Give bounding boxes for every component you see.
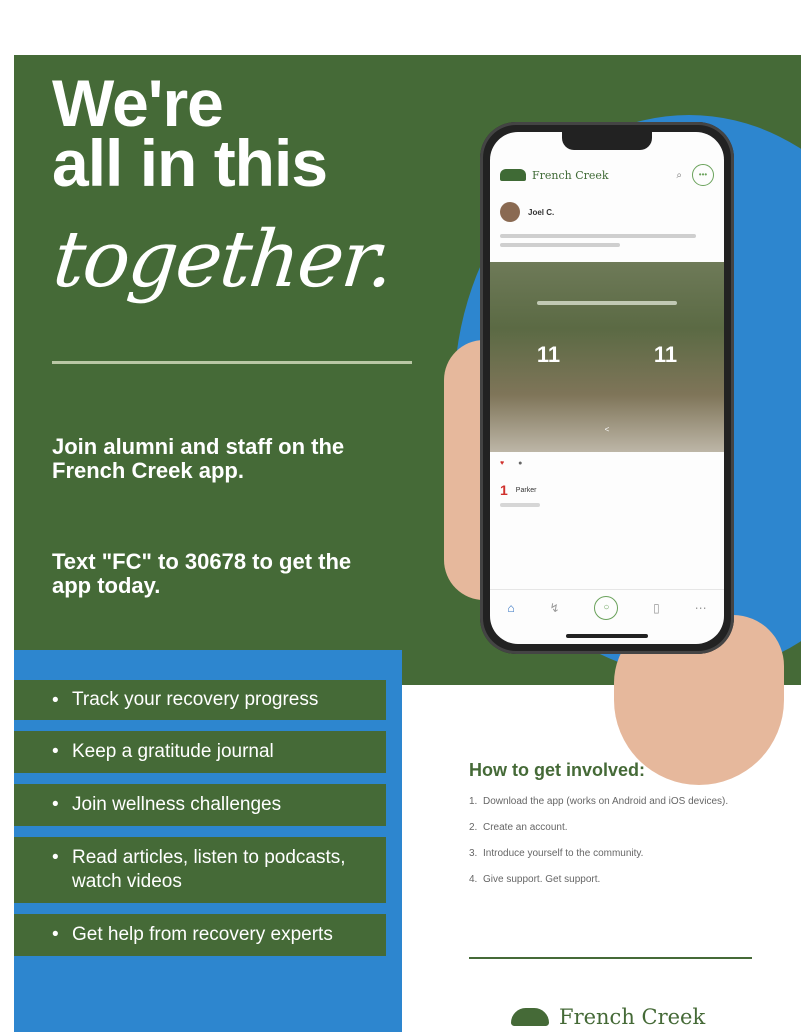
poster: We're all in this together. Join alumni … — [14, 55, 801, 1032]
step-item: 1. Download the app (works on Android and… — [469, 795, 769, 809]
post-header: Joel C. — [500, 202, 554, 222]
search-icon[interactable]: ⌕ — [676, 170, 682, 181]
comment-icon[interactable]: ● — [518, 460, 522, 467]
feature-item: Track your recovery progress — [14, 680, 386, 720]
steps-list: 1. Download the app (works on Android and… — [469, 795, 769, 899]
feature-item: Get help from recovery experts — [14, 914, 386, 956]
comment-author: Parker — [515, 486, 537, 494]
headline-line-2: all in this — [52, 126, 328, 200]
comment-row: 1 Parker — [500, 482, 536, 498]
post-photo[interactable]: 11 11 < — [490, 262, 724, 452]
post-author: Joel C. — [528, 207, 555, 217]
footer-brand: French Creek — [559, 1005, 706, 1029]
tab-bar: ⌂ ↯ ○ ▯ ⋯ — [490, 589, 724, 626]
step-item: 3. Introduce yourself to the community. — [469, 847, 769, 861]
footer-logo: French Creek — [511, 1005, 705, 1029]
phone-mockup: French Creek ⌕ ••• Joel C. 11 11 < ♥ ● 1… — [480, 122, 734, 654]
step-item: 2. Create an account. — [469, 821, 769, 835]
app-logo-icon — [500, 169, 526, 181]
activity-tab-icon[interactable]: ↯ — [549, 601, 559, 615]
feature-list: Track your recovery progress Keep a grat… — [14, 680, 386, 967]
feature-item: Read articles, listen to podcasts, watch… — [14, 837, 386, 903]
reply-row — [500, 502, 540, 510]
join-text: Join alumni and staff on the French Cree… — [52, 434, 345, 483]
feature-item: Join wellness challenges — [14, 784, 386, 826]
step-number: 3. — [469, 848, 478, 859]
post-text-lines — [500, 234, 696, 247]
reaction-row: ♥ ● — [500, 460, 522, 467]
headline: We're all in this — [52, 66, 328, 200]
menu-icon[interactable]: ••• — [692, 164, 714, 186]
headline-script: together. — [49, 215, 397, 305]
feature-item: Keep a gratitude journal — [14, 731, 386, 773]
step-number: 4. — [469, 874, 478, 885]
post-text — [500, 232, 710, 254]
photo-numbers: 11 11 — [490, 342, 724, 368]
add-tab-icon[interactable]: ○ — [594, 596, 619, 620]
app-name: French Creek — [532, 168, 609, 182]
step-text: Create an account. — [483, 822, 568, 833]
heart-icon[interactable]: ♥ — [500, 460, 504, 467]
phone-screen: French Creek ⌕ ••• Joel C. 11 11 < ♥ ● 1… — [490, 132, 724, 644]
photo-number: 11 — [653, 342, 678, 367]
step-number: 2. — [469, 822, 478, 833]
step-item: 4. Give support. Get support. — [469, 873, 769, 887]
step-text: Introduce yourself to the community. — [483, 848, 644, 859]
step-text: Give support. Get support. — [483, 874, 601, 885]
header-icons: ⌕ ••• — [676, 164, 714, 186]
avatar[interactable] — [500, 202, 520, 222]
photo-caption — [490, 298, 724, 311]
reply-line — [500, 503, 540, 507]
book-tab-icon[interactable]: ▯ — [653, 601, 660, 615]
app-header: French Creek ⌕ ••• — [500, 160, 714, 190]
home-indicator — [566, 634, 648, 638]
divider — [52, 361, 412, 364]
footer-divider — [469, 957, 752, 959]
photo-number: 11 — [536, 342, 561, 367]
photo-caption-line — [537, 301, 677, 305]
text-cta: Text "FC" to 30678 to get the app today. — [52, 549, 352, 598]
home-tab-icon[interactable]: ⌂ — [507, 601, 514, 615]
logo-mark-icon — [511, 1008, 549, 1026]
comment-badge-icon: 1 — [500, 482, 508, 498]
how-to-title: How to get involved: — [469, 760, 646, 780]
phone-notch — [562, 132, 652, 150]
step-number: 1. — [469, 796, 478, 807]
headline-line-1: We're — [52, 66, 224, 140]
more-tab-icon[interactable]: ⋯ — [695, 601, 707, 615]
step-text: Download the app (works on Android and i… — [483, 796, 729, 807]
share-icon[interactable]: < — [490, 425, 724, 434]
